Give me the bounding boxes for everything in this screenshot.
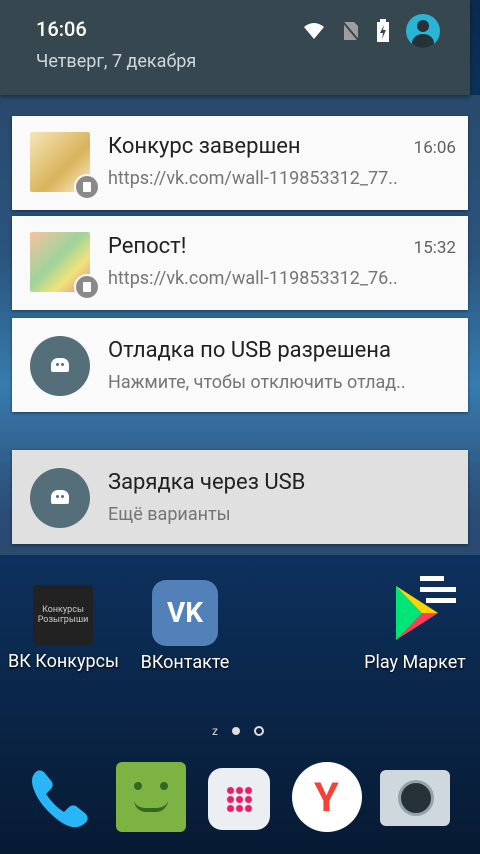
user-avatar-icon[interactable] <box>406 14 440 48</box>
notification-contest-finished[interactable]: Конкурс завершен 16:06 https://vk.com/wa… <box>12 116 468 210</box>
app-label: Play Маркет <box>364 652 466 673</box>
app-label: ВК Конкурсы <box>8 651 119 672</box>
status-icons <box>302 14 440 48</box>
notification-time: 16:06 <box>413 138 456 158</box>
notification-usb-debugging[interactable]: Отладка по USB разрешена Нажмите, чтобы … <box>12 318 468 412</box>
notification-time: 15:32 <box>413 238 456 258</box>
page-dot-active <box>231 727 240 735</box>
notification-title: Отладка по USB разрешена <box>108 338 391 363</box>
app-vk-contests[interactable]: Конкурсы Розыгрыши ВК Конкурсы <box>8 585 119 672</box>
menu-lines-icon[interactable] <box>420 576 456 603</box>
notification-title: Конкурс завершен <box>108 134 301 159</box>
notification-usb-charging[interactable]: Зарядка через USB Ещё варианты <box>12 450 468 544</box>
app-drawer-icon[interactable] <box>208 768 270 830</box>
notification-text: Ещё варианты <box>108 504 231 525</box>
app-badge-icon <box>74 174 100 200</box>
phone-icon[interactable] <box>24 762 94 832</box>
date-label: Четверг, 7 декабря <box>36 51 197 72</box>
page-dot <box>253 726 264 736</box>
android-icon <box>30 336 90 396</box>
notification-text: https://vk.com/wall-119853312_76.. <box>108 268 398 289</box>
no-sim-icon <box>342 21 360 42</box>
messaging-icon[interactable] <box>116 762 186 832</box>
app-vkontakte[interactable]: VK ВКонтакте <box>135 580 235 673</box>
page-indicator-label: z <box>212 724 218 738</box>
notification-header: 16:06 Четверг, 7 декабря <box>0 0 470 95</box>
vk-icon: VK <box>152 580 218 646</box>
page-indicator: z <box>212 724 264 738</box>
notification-text: https://vk.com/wall-119853312_77.. <box>108 168 398 189</box>
vk-contests-icon: Конкурсы Розыгрыши <box>33 585 93 645</box>
notification-title: Репост! <box>108 234 187 259</box>
camera-icon[interactable] <box>380 770 450 826</box>
app-badge-icon <box>74 274 100 300</box>
battery-charging-icon <box>377 19 389 42</box>
clock: 16:06 <box>36 17 87 41</box>
android-icon <box>30 468 90 528</box>
app-label: ВКонтакте <box>140 652 230 673</box>
yandex-browser-icon[interactable]: Y <box>292 762 362 832</box>
notification-text: Нажмите, чтобы отключить отлад.. <box>108 372 406 393</box>
notification-title: Зарядка через USB <box>108 470 306 495</box>
wifi-icon <box>304 23 324 39</box>
notification-repost[interactable]: Репост! 15:32 https://vk.com/wall-119853… <box>12 216 468 310</box>
